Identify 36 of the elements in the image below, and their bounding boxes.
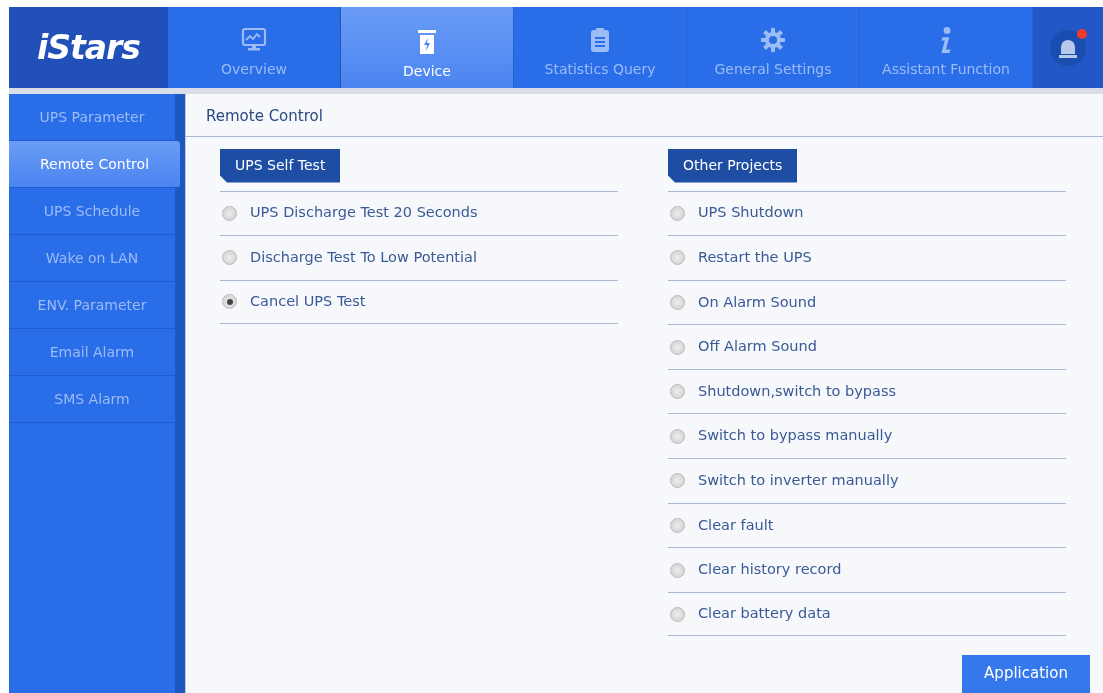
nav-tab[interactable]: Device (341, 7, 514, 90)
info-icon (940, 27, 952, 53)
option-label[interactable]: Shutdown,switch to bypass (698, 380, 897, 403)
monitor-chart-icon (241, 27, 267, 53)
section-header: Other Projects (668, 148, 798, 183)
option-label[interactable]: Switch to bypass manually (698, 425, 893, 448)
radio-button[interactable] (222, 250, 237, 266)
option-label[interactable]: UPS Discharge Test 20 Seconds (250, 202, 478, 225)
radio-button[interactable] (222, 205, 237, 221)
radio-button[interactable] (670, 384, 685, 400)
option-label[interactable]: Clear battery data (698, 603, 831, 625)
panel-title: Remote Control (186, 94, 1103, 137)
option-label[interactable]: Cancel UPS Test (250, 291, 366, 313)
radio-button[interactable] (670, 250, 685, 266)
radio-button[interactable] (670, 606, 685, 622)
radio-button[interactable] (670, 428, 685, 444)
option-label[interactable]: Clear history record (698, 559, 842, 581)
logo: iStars (9, 7, 168, 88)
option-label[interactable]: Off Alarm Sound (698, 336, 817, 358)
radio-button[interactable] (670, 339, 685, 355)
application-button[interactable]: Application (962, 654, 1090, 693)
option-label[interactable]: On Alarm Sound (698, 291, 817, 314)
option-label[interactable]: Restart the UPS (698, 247, 812, 269)
radio-button[interactable] (670, 205, 685, 221)
option-label[interactable]: Clear fault (698, 514, 774, 537)
alarm-button[interactable] (1050, 29, 1086, 66)
option-label[interactable]: Switch to inverter manually (698, 470, 899, 492)
radio-button[interactable] (670, 473, 685, 489)
radio-button[interactable] (670, 517, 685, 533)
section-header: UPS Self Test (220, 148, 341, 183)
radio-button[interactable] (670, 295, 685, 310)
radio-button[interactable] (670, 562, 685, 578)
radio-button[interactable] (222, 294, 237, 310)
option-label[interactable]: UPS Shutdown (698, 202, 804, 225)
gear-icon (760, 27, 786, 53)
option-label[interactable]: Discharge Test To Low Potential (250, 247, 477, 269)
